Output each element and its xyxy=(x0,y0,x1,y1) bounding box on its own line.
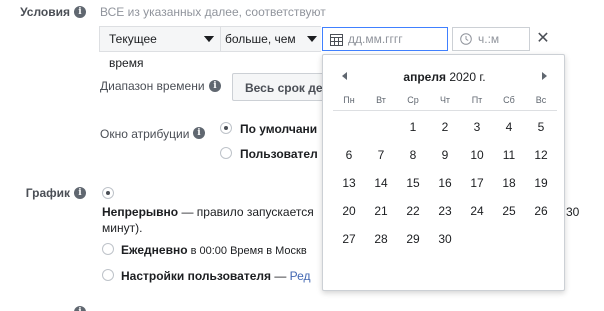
calendar-day[interactable]: 1 xyxy=(397,120,429,134)
calendar-day[interactable]: 14 xyxy=(365,176,397,190)
info-icon[interactable]: i xyxy=(74,6,86,18)
weekday-label: Вс xyxy=(535,95,547,105)
calendar-day[interactable]: 30 xyxy=(429,232,461,246)
calendar-day[interactable]: 19 xyxy=(525,176,557,190)
calendar-day[interactable]: 7 xyxy=(365,148,397,162)
attribution-label: Окно атрибуции xyxy=(100,127,190,141)
time-range-label: Диапазон времени xyxy=(100,79,205,93)
weekday-label: Пт xyxy=(471,95,483,105)
operator-select-value: больше, чем xyxy=(225,32,296,46)
calendar-day[interactable]: 5 xyxy=(525,120,557,134)
close-icon[interactable]: ✕ xyxy=(533,27,553,51)
field-select[interactable]: Текущее время xyxy=(100,27,214,70)
calendar-day[interactable]: 22 xyxy=(397,204,429,218)
clock-icon xyxy=(460,33,472,45)
attribution-custom-radio[interactable] xyxy=(220,147,232,159)
calendar-day[interactable]: 20 xyxy=(333,204,365,218)
field-select-value: Текущее время xyxy=(109,32,157,70)
chevron-right-icon[interactable] xyxy=(542,72,547,80)
calendar-year: 2020 г. xyxy=(449,70,486,84)
schedule-daily-title: Ежедневно xyxy=(121,243,188,257)
time-input[interactable]: ч.:м xyxy=(452,27,530,51)
caret-down-icon xyxy=(204,36,214,42)
calendar-month: апреля xyxy=(403,70,446,84)
schedule-continuous-desc: — правило запускается xyxy=(178,205,314,219)
conditions-hint: ВСЕ из указанных далее, соответствуют xyxy=(100,5,326,19)
date-placeholder: дд.мм.гггг xyxy=(348,32,403,46)
schedule-daily-text: Ежедневно в 00:00 Время в Москв xyxy=(121,243,307,257)
calendar-day[interactable]: 8 xyxy=(397,148,429,162)
schedule-continuous-tail: 30 xyxy=(566,205,580,219)
schedule-daily-desc: в 00:00 Время в Москв xyxy=(187,245,307,257)
calendar-day[interactable]: 18 xyxy=(493,176,525,190)
calendar-day[interactable]: 25 xyxy=(493,204,525,218)
attribution-custom-label[interactable]: Пользовател xyxy=(240,147,318,161)
time-range-button-label: Весь срок де xyxy=(245,81,323,95)
weekday-label: Пн xyxy=(343,95,355,105)
calendar-day[interactable]: 26 xyxy=(525,204,557,218)
weekday-label: Чт xyxy=(439,95,451,105)
schedule-label: График xyxy=(25,186,70,200)
time-placeholder: ч.:м xyxy=(478,32,500,46)
schedule-custom-title: Настройки пользователя xyxy=(121,269,271,283)
calendar-day[interactable]: 3 xyxy=(461,120,493,134)
calendar-day[interactable]: 16 xyxy=(429,176,461,190)
schedule-continuous-title: Непрерывно xyxy=(102,205,179,219)
operator-select[interactable]: больше, чем xyxy=(221,27,321,51)
schedule-custom-link[interactable]: Ред xyxy=(290,269,311,283)
calendar-day[interactable]: 13 xyxy=(333,176,365,190)
weekday-label: Вт xyxy=(376,95,386,105)
info-icon[interactable]: i xyxy=(209,80,221,92)
calendar-day[interactable]: 23 xyxy=(429,204,461,218)
calendar-icon xyxy=(330,34,343,46)
attribution-default-label[interactable]: По умолчани xyxy=(240,122,317,136)
calendar-day[interactable]: 11 xyxy=(493,148,525,162)
calendar-day[interactable]: 12 xyxy=(525,148,557,162)
calendar-day[interactable]: 29 xyxy=(397,232,429,246)
weekday-label: Сб xyxy=(503,95,515,105)
weekday-header: Пн Вт Ср Чт Пт Сб Вс xyxy=(333,95,557,111)
calendar-day[interactable]: 17 xyxy=(461,176,493,190)
calendar-day[interactable]: 6 xyxy=(333,148,365,162)
info-icon[interactable]: i xyxy=(193,127,205,139)
calendar-day[interactable]: 24 xyxy=(461,204,493,218)
calendar-day[interactable]: 28 xyxy=(365,232,397,246)
attribution-default-radio[interactable] xyxy=(220,122,232,134)
schedule-custom-text: Настройки пользователя — Ред xyxy=(121,269,311,283)
calendar-day[interactable]: 21 xyxy=(365,204,397,218)
conditions-label: Условия xyxy=(20,5,70,19)
calendar-day[interactable]: 4 xyxy=(493,120,525,134)
schedule-custom-radio[interactable] xyxy=(102,269,114,281)
calendar-day[interactable]: 10 xyxy=(461,148,493,162)
schedule-custom-desc: — xyxy=(271,269,290,283)
caret-down-icon xyxy=(307,36,317,42)
date-input[interactable]: дд.мм.гггг xyxy=(322,27,448,51)
calendar-day[interactable]: 9 xyxy=(429,148,461,162)
schedule-continuous-text: Непрерывно — правило запускается xyxy=(102,205,314,219)
calendar-day[interactable]: 2 xyxy=(429,120,461,134)
calendar-month-title: апреля 2020 г. xyxy=(323,70,566,84)
weekday-label: Ср xyxy=(407,95,419,105)
date-picker-popup: апреля 2020 г. Пн Вт Ср Чт Пт Сб Вс 1234567891… xyxy=(322,54,565,291)
calendar-day[interactable]: 15 xyxy=(397,176,429,190)
info-icon[interactable]: i xyxy=(74,306,86,311)
time-range-button[interactable]: Весь срок де xyxy=(232,73,328,101)
calendar-day[interactable]: 27 xyxy=(333,232,365,246)
schedule-continuous-line2: минут). xyxy=(102,221,143,235)
info-icon[interactable]: i xyxy=(74,187,86,199)
schedule-daily-radio[interactable] xyxy=(102,243,114,255)
schedule-continuous-radio[interactable] xyxy=(102,187,114,199)
